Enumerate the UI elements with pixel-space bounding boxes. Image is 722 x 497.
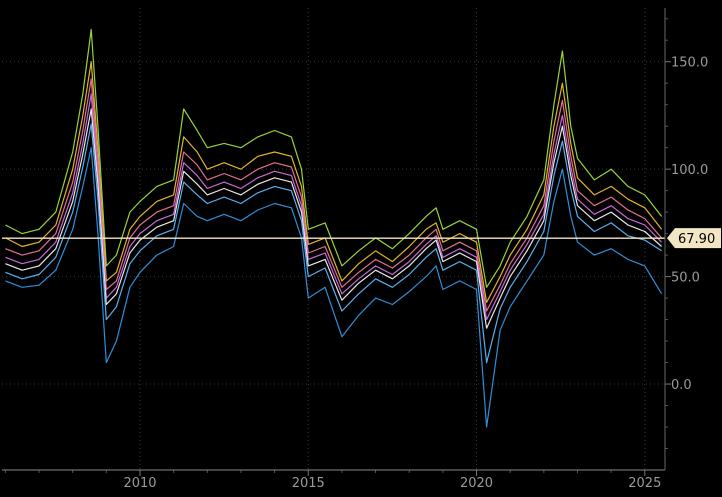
x-tick-label: 2025 bbox=[628, 476, 661, 491]
chart-svg: 67.90 0.0 50.0 100.0 150.0 2010 2015 2020 2025 bbox=[2, 8, 721, 491]
axes: 0.0 50.0 100.0 150.0 2010 2015 2020 2025 bbox=[2, 8, 708, 491]
x-tick-label: 2020 bbox=[460, 476, 493, 491]
y-tick-label: 50.0 bbox=[671, 271, 700, 286]
last-value-marker: 67.90 bbox=[2, 228, 721, 249]
x-tick-label: 2010 bbox=[123, 476, 156, 491]
y-tick-label: 100.0 bbox=[671, 163, 708, 178]
y-tick-label: 0.0 bbox=[671, 378, 692, 393]
x-tick-label: 2015 bbox=[292, 476, 325, 491]
y-tick-label: 150.0 bbox=[671, 56, 708, 71]
last-value-label: 67.90 bbox=[678, 232, 715, 247]
chart: 67.90 0.0 50.0 100.0 150.0 2010 2015 2020 2025 bbox=[0, 0, 722, 497]
series-lines bbox=[5, 28, 663, 428]
